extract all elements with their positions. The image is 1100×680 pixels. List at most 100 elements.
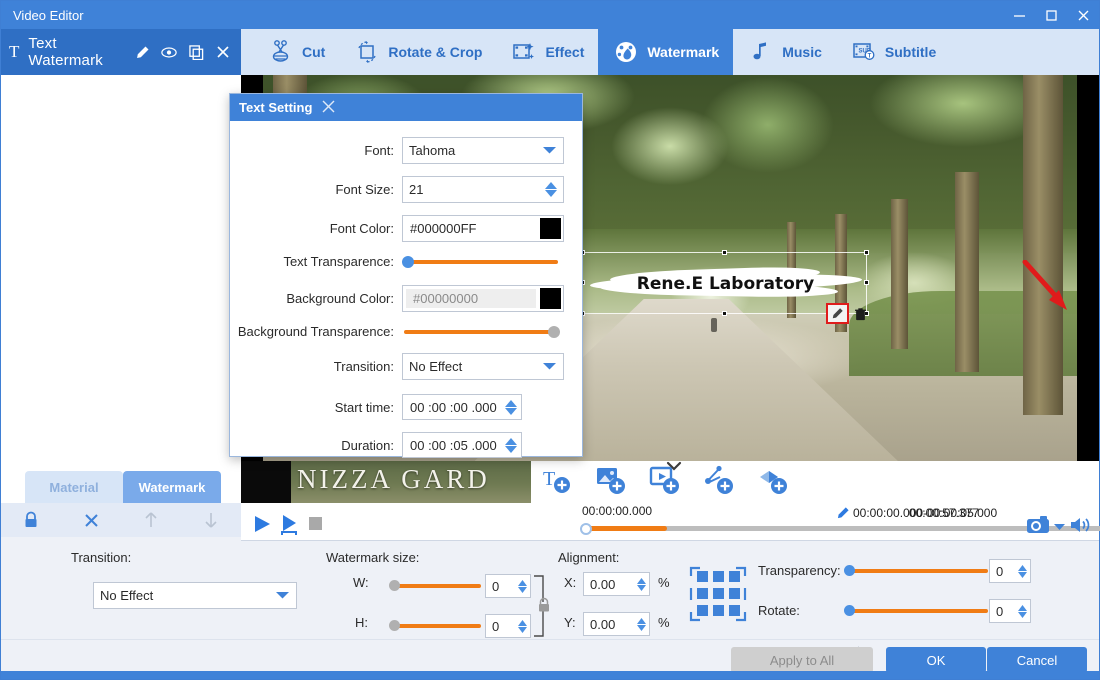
volume-icon[interactable] [1069,516,1091,537]
edit-watermark-icon[interactable] [826,303,849,324]
add-video-icon[interactable] [649,464,681,499]
spinner-arrows-icon[interactable] [1018,604,1027,618]
spinner-arrows-icon[interactable] [637,617,646,631]
rotate-slider[interactable] [844,605,988,617]
move-up-icon[interactable] [121,503,181,537]
spinner-arrows-icon[interactable] [518,619,527,633]
text-transparence-knob[interactable] [402,255,414,268]
seek-knob[interactable] [580,523,592,535]
ok-button[interactable]: OK [886,647,986,673]
edit-icon[interactable] [134,44,150,60]
transition-select[interactable]: No Effect [93,582,297,609]
spinner-arrows-icon[interactable] [505,399,517,415]
duration-value: 00 :00 :05 .000 [410,437,497,453]
left-panel-toolbar [1,503,241,537]
window-title: Video Editor [13,7,84,23]
spinner-arrows-icon[interactable] [505,437,517,453]
dialog-transition-label: Transition: [333,359,394,374]
background-transparence-knob[interactable] [548,325,560,338]
y-spinner[interactable]: 0.00 [583,612,650,636]
x-unit: % [658,575,670,590]
background-color-label: Background Color: [286,291,394,306]
tab-rotate-crop[interactable]: Rotate & Crop [339,29,496,75]
rotate-spinner[interactable]: 0 [989,599,1031,623]
font-color-field[interactable]: #000000FF [402,215,564,242]
dialog-title-bar: Text Setting [230,94,582,121]
transparency-slider[interactable] [844,565,988,577]
spinner-arrows-icon[interactable] [518,579,527,593]
spinner-arrows-icon[interactable] [637,577,646,591]
close-icon[interactable] [1067,1,1099,29]
add-text-icon[interactable]: T [541,464,573,499]
add-effect-icon[interactable] [703,464,735,499]
left-tab-watermark[interactable]: Watermark [123,471,221,503]
background-transparence-track [404,329,554,334]
copy-icon[interactable] [188,44,204,60]
text-transparence-track [408,259,558,264]
dialog-transition-select[interactable]: No Effect [402,353,564,380]
start-time-label: Start time: [334,399,394,415]
close-dialog-icon[interactable] [321,99,336,117]
lock-icon[interactable] [537,597,551,616]
start-time-field[interactable]: 00 :00 :00 .000 [402,394,564,420]
camera-icon[interactable] [1026,515,1050,537]
w-slider-knob[interactable] [389,580,400,591]
h-slider-knob[interactable] [389,620,400,631]
maximize-icon[interactable] [1035,1,1067,29]
text-transparence-slider[interactable] [402,255,564,269]
font-color-swatch[interactable] [540,218,561,239]
tab-watermark[interactable]: Watermark [598,29,734,75]
delete-watermark-icon[interactable] [852,305,868,323]
text-icon: T [9,42,20,61]
close-watermark-icon[interactable] [215,44,231,60]
transparency-spinner[interactable]: 0 [989,559,1031,583]
watermark-size-label: Watermark size: [326,550,420,565]
minimize-icon[interactable] [1003,1,1035,29]
font-size-spinner[interactable]: 21 [402,176,564,203]
play-icon[interactable] [251,513,273,535]
font-color-label: Font Color: [329,221,394,236]
apply-to-all-button[interactable]: Apply to All [731,647,873,673]
h-spinner[interactable]: 0 [485,614,531,638]
w-slider[interactable] [389,580,481,592]
text-watermark-title: Text Watermark [28,35,103,69]
x-spinner[interactable]: 0.00 [583,572,650,596]
spinner-arrows-icon[interactable] [545,182,557,197]
transparency-value: 0 [996,563,1004,579]
dialog-title: Text Setting [239,100,313,115]
font-select[interactable]: Tahoma [402,137,564,164]
h-slider[interactable] [389,620,481,632]
tab-music[interactable]: Music [733,29,836,75]
add-image-icon[interactable] [595,464,627,499]
seek-bar[interactable] [577,523,1100,535]
tab-effect[interactable]: Effect [496,29,598,75]
alignment-grid-icon[interactable] [689,566,747,625]
duration-field[interactable]: 00 :00 :05 .000 [402,432,564,458]
eye-icon[interactable] [161,44,177,60]
w-spinner[interactable]: 0 [485,574,531,598]
background-transparence-slider[interactable] [402,325,564,339]
delete-icon[interactable] [61,503,121,537]
move-down-icon[interactable] [181,503,241,537]
watermark-selection-box[interactable]: Rene.E Laboratory [580,250,869,316]
background-color-swatch[interactable] [540,288,561,309]
rotate-slider-knob[interactable] [844,605,855,616]
caret-down-icon[interactable] [1054,519,1065,534]
background-color-field[interactable]: #00000000 [402,285,564,312]
add-layer-icon[interactable] [757,464,789,499]
background-transparence-row: Background Transparence: [230,324,582,339]
filmstrip-thumbnail[interactable]: NIZZA GARD [291,461,531,503]
rotate-slider-track [850,609,988,613]
stop-icon[interactable] [309,517,322,530]
lock-icon[interactable] [1,503,61,537]
transparency-label: Transparency: [758,563,841,578]
play-selection-icon[interactable] [279,513,303,537]
transparency-slider-knob[interactable] [844,565,855,576]
cancel-button[interactable]: Cancel [987,647,1087,673]
tab-cut[interactable]: Cut [241,29,339,75]
tab-subtitle[interactable]: SUB T Subtitle [836,29,950,75]
text-watermark-actions [134,44,231,60]
spinner-arrows-icon[interactable] [1018,564,1027,578]
timeline-filmstrip[interactable]: NIZZA GARD T [241,461,1099,507]
left-tab-material[interactable]: Material [25,471,123,503]
